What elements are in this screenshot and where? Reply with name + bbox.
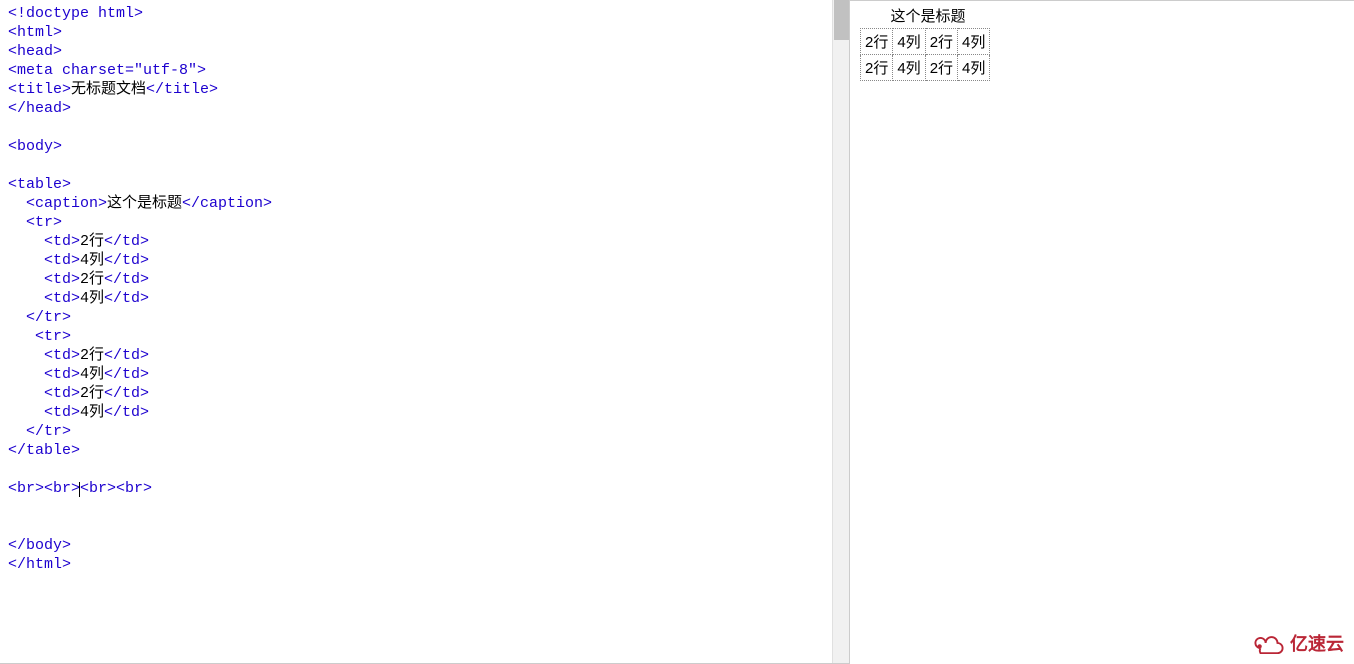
code-line: </head> <box>8 100 71 117</box>
table-cell: 4列 <box>893 55 925 81</box>
table-cell: 4列 <box>958 29 990 55</box>
code-text: 这个是标题 <box>107 195 182 212</box>
code-line: </tr> <box>8 423 71 440</box>
table-row: 2行 4列 2行 4列 <box>861 55 990 81</box>
code-line: <br><br> <box>8 480 80 497</box>
code-td-open: <td> <box>8 290 80 307</box>
code-td-close: </td> <box>104 233 149 250</box>
code-text: 2行 <box>80 233 104 250</box>
code-line: <tr> <box>8 214 62 231</box>
preview-panel: 这个是标题 2行 4列 2行 4列 2行 4列 2行 4列 <box>850 0 1354 664</box>
code-line: <meta charset= <box>8 62 134 79</box>
code-text: 4列 <box>80 252 104 269</box>
table-cell: 2行 <box>925 29 957 55</box>
table-row: 2行 4列 2行 4列 <box>861 29 990 55</box>
code-line: <table> <box>8 176 71 193</box>
table-cell: 2行 <box>861 29 893 55</box>
code-td-close: </td> <box>104 366 149 383</box>
code-line: <body> <box>8 138 62 155</box>
table-cell: 4列 <box>958 55 990 81</box>
code-content[interactable]: <!doctype html> <html> <head> <meta char… <box>8 4 841 574</box>
code-td-close: </td> <box>104 252 149 269</box>
watermark-logo: 亿速云 <box>1252 630 1344 656</box>
code-td-close: </td> <box>104 271 149 288</box>
table-cell: 2行 <box>925 55 957 81</box>
table-cell: 4列 <box>893 29 925 55</box>
table-caption: 这个是标题 <box>860 5 996 26</box>
preview-table: 2行 4列 2行 4列 2行 4列 2行 4列 <box>860 28 990 81</box>
code-td-close: </td> <box>104 404 149 421</box>
code-td-open: <td> <box>8 233 80 250</box>
code-text: 2行 <box>80 385 104 402</box>
code-text: 4列 <box>80 290 104 307</box>
code-line: <title> <box>8 81 71 98</box>
code-line: <head> <box>8 43 62 60</box>
code-line: <br><br> <box>80 480 152 497</box>
code-text: 无标题文档 <box>71 81 146 98</box>
code-line: </tr> <box>8 309 71 326</box>
code-text: 2行 <box>80 347 104 364</box>
code-line: </html> <box>8 556 71 573</box>
vertical-scrollbar[interactable] <box>832 0 849 663</box>
code-editor-panel[interactable]: <!doctype html> <html> <head> <meta char… <box>0 0 850 664</box>
code-attr-value: "utf-8" <box>134 62 197 79</box>
code-td-open: <td> <box>8 404 80 421</box>
code-line: <html> <box>8 24 62 41</box>
code-td-close: </td> <box>104 347 149 364</box>
code-line: <caption> <box>8 195 107 212</box>
code-td-open: <td> <box>8 366 80 383</box>
watermark-text: 亿速云 <box>1290 630 1344 656</box>
code-td-open: <td> <box>8 252 80 269</box>
code-line: </body> <box>8 537 71 554</box>
cloud-icon <box>1252 632 1286 654</box>
code-td-open: <td> <box>8 347 80 364</box>
scrollbar-thumb[interactable] <box>834 0 849 40</box>
code-text: 4列 <box>80 404 104 421</box>
code-text: 2行 <box>80 271 104 288</box>
code-td-open: <td> <box>8 271 80 288</box>
code-line: <tr> <box>8 328 71 345</box>
code-td-close: </td> <box>104 385 149 402</box>
code-td-open: <td> <box>8 385 80 402</box>
code-line: </title> <box>146 81 218 98</box>
code-line: </caption> <box>182 195 272 212</box>
code-line: <!doctype html> <box>8 5 143 22</box>
code-line: > <box>197 62 206 79</box>
table-cell: 2行 <box>861 55 893 81</box>
code-text: 4列 <box>80 366 104 383</box>
code-line: </table> <box>8 442 80 459</box>
code-td-close: </td> <box>104 290 149 307</box>
